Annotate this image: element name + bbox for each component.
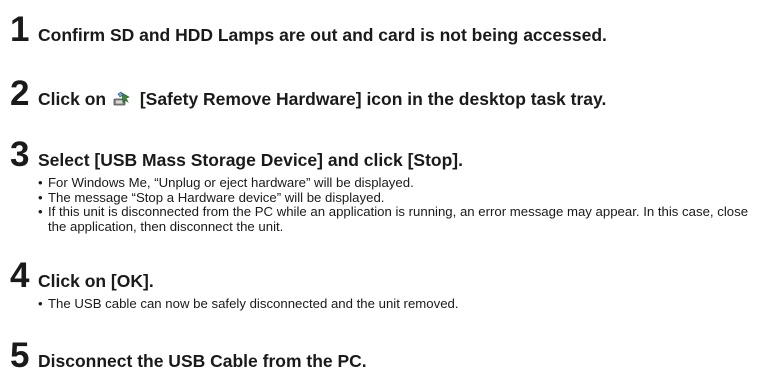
step-2: 2 Click on [Safety Remove Hardware] icon… (10, 76, 765, 111)
step-number: 2 (10, 74, 30, 113)
step-4: 4 Click on [OK]. The USB cable can now b… (10, 258, 765, 312)
step-title-before-icon: Click on (38, 89, 107, 109)
step-heading: 1 Confirm SD and HDD Lamps are out and c… (10, 12, 765, 47)
step-number: 5 (10, 336, 30, 375)
step-3: 3 Select [USB Mass Storage Device] and c… (10, 137, 765, 234)
step-number: 1 (10, 10, 30, 49)
step-heading: 5 Disconnect the USB Cable from the PC. (10, 338, 765, 373)
step-notes: For Windows Me, “Unplug or eject hardwar… (38, 175, 765, 234)
step-5: 5 Disconnect the USB Cable from the PC. (10, 338, 765, 373)
step-heading: 2 Click on [Safety Remove Hardware] icon… (10, 76, 765, 111)
step-notes: The USB cable can now be safely disconne… (38, 296, 765, 312)
note-item: If this unit is disconnected from the PC… (38, 204, 765, 234)
note-item: For Windows Me, “Unplug or eject hardwar… (38, 175, 765, 191)
note-item: The USB cable can now be safely disconne… (38, 296, 765, 312)
step-title: Click on [Safety Remove Hardware] icon i… (38, 89, 607, 109)
step-number: 3 (10, 135, 30, 174)
step-title: Click on [OK]. (38, 271, 154, 291)
step-title-after-icon: [Safety Remove Hardware] icon in the des… (139, 89, 607, 109)
step-heading: 4 Click on [OK]. (10, 258, 765, 293)
safely-remove-hardware-icon (113, 91, 131, 107)
step-number: 4 (10, 256, 30, 295)
step-title: Confirm SD and HDD Lamps are out and car… (38, 25, 607, 45)
step-heading: 3 Select [USB Mass Storage Device] and c… (10, 137, 765, 172)
note-item: The message “Stop a Hardware device” wil… (38, 190, 765, 206)
step-1: 1 Confirm SD and HDD Lamps are out and c… (10, 12, 765, 47)
step-title: Disconnect the USB Cable from the PC. (38, 351, 367, 371)
step-title: Select [USB Mass Storage Device] and cli… (38, 150, 463, 170)
